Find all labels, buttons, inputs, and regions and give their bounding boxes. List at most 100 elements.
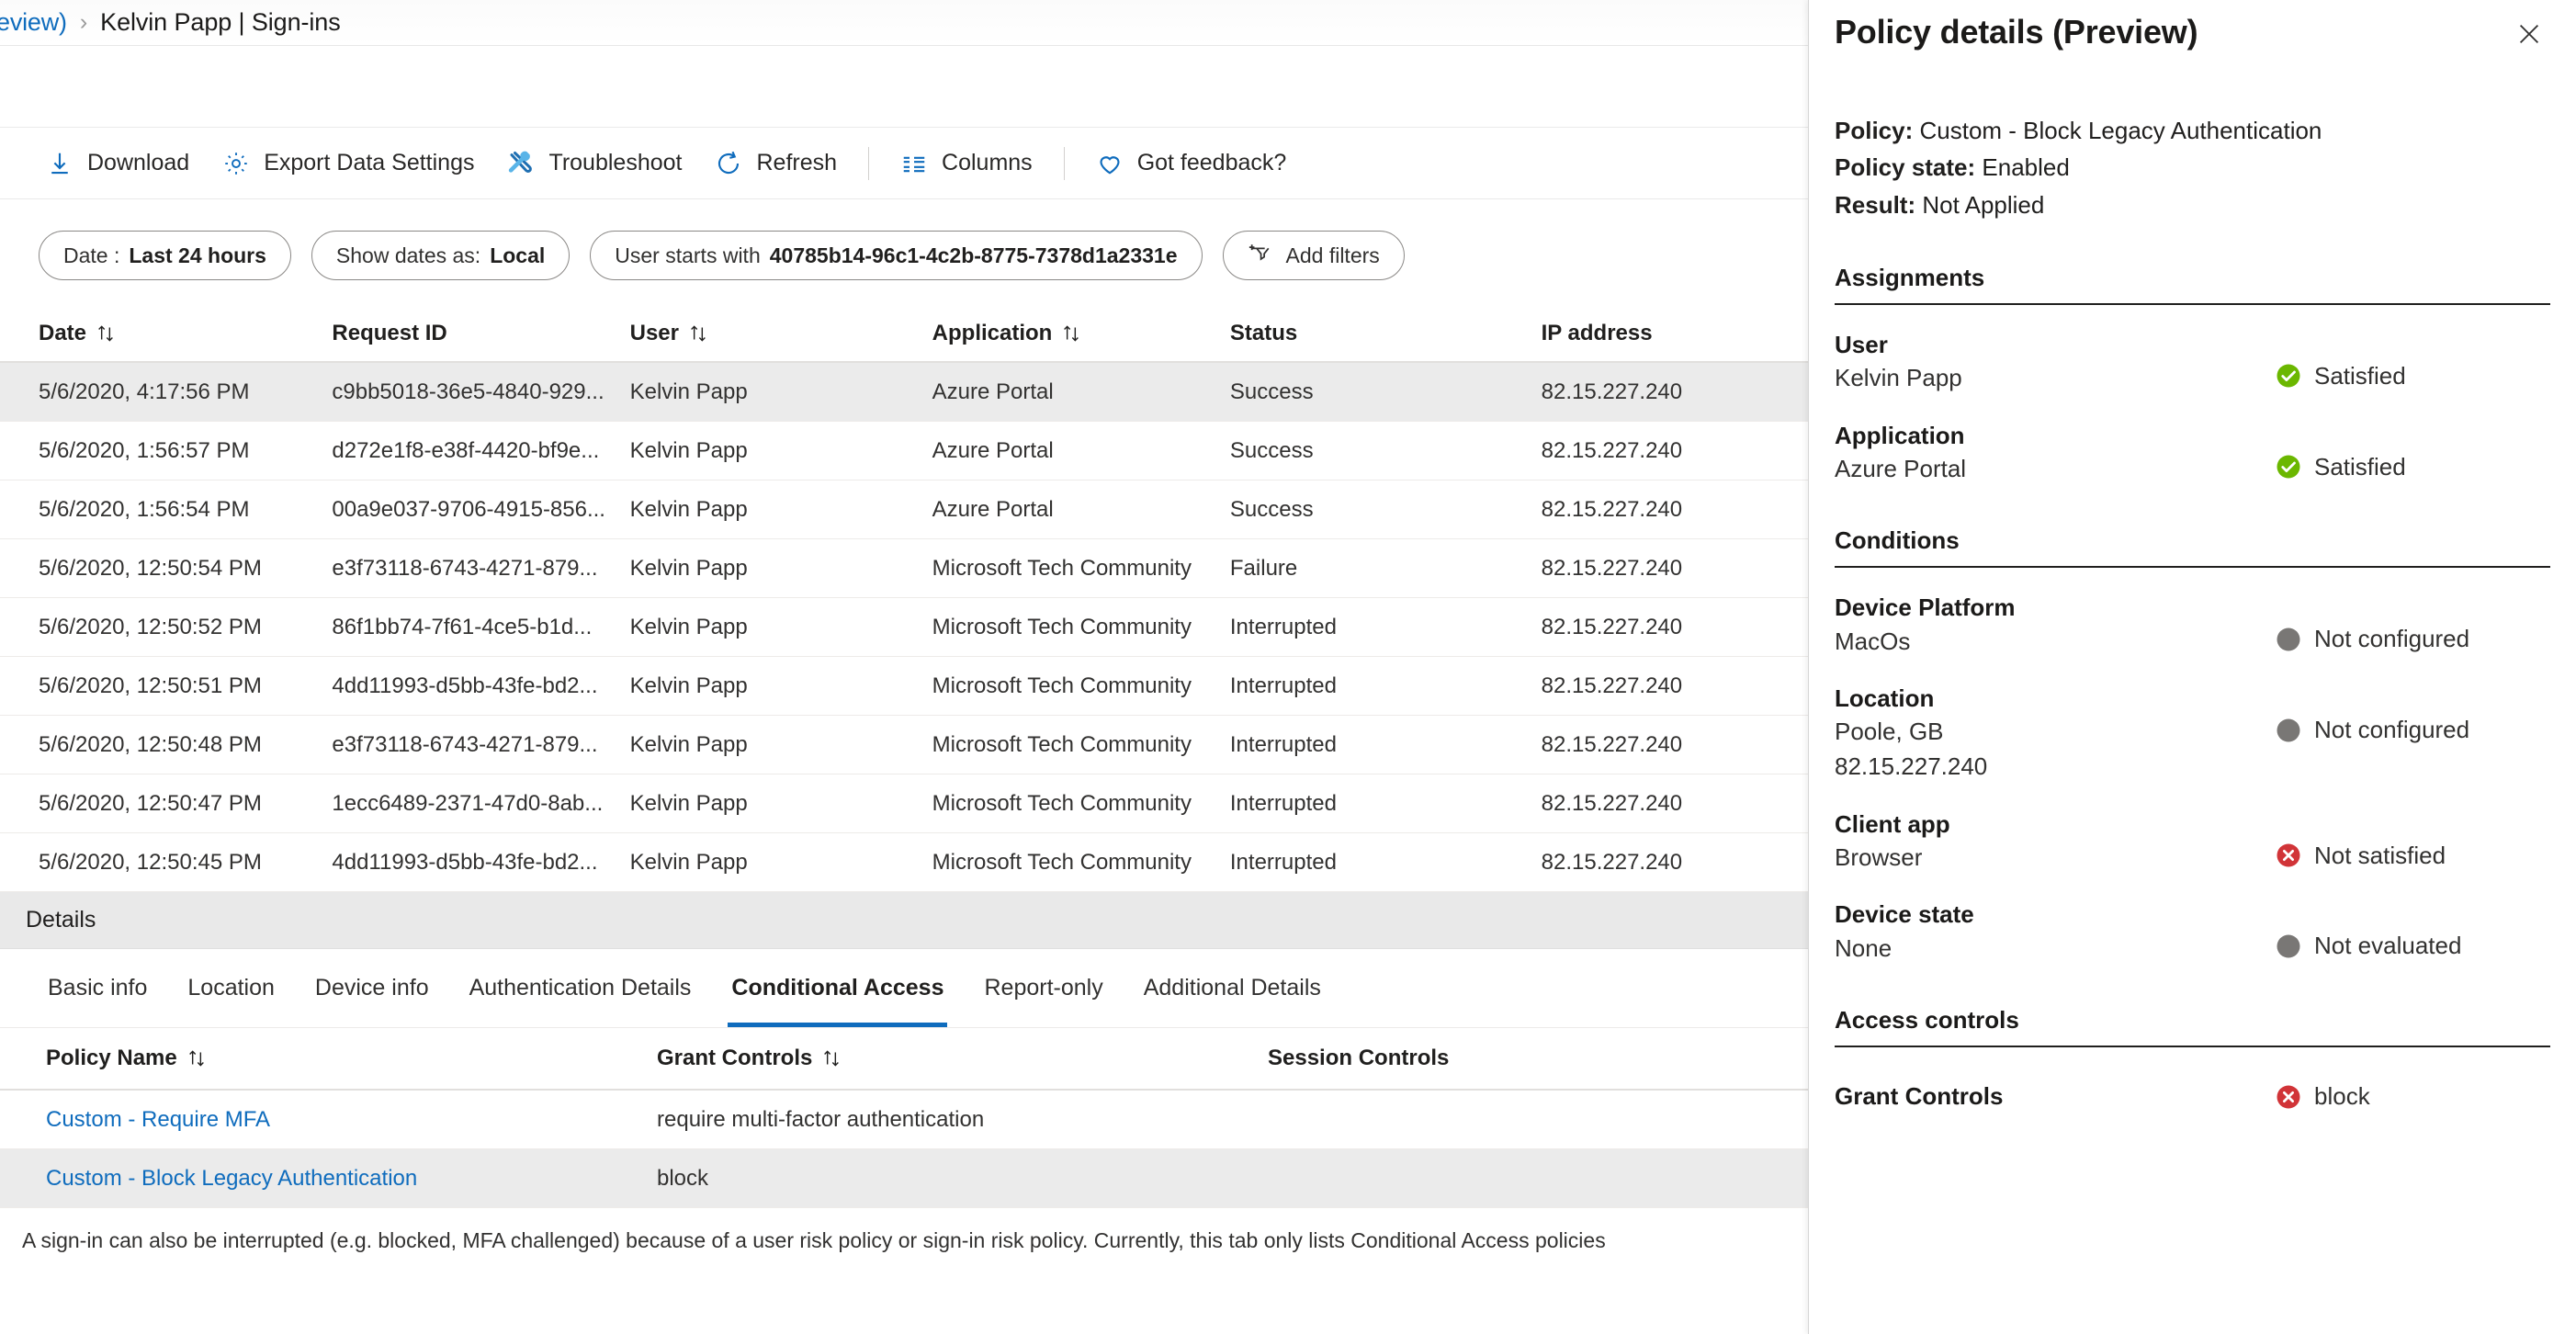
status-badge: Not configured — [2314, 625, 2470, 653]
cell-date: 5/6/2020, 1:56:54 PM — [39, 496, 250, 522]
column-header-grant-controls[interactable]: Grant Controls — [657, 1046, 1268, 1071]
download-label: Download — [87, 150, 190, 175]
table-row[interactable]: 5/6/2020, 12:50:52 PM 86f1bb74-7f61-4ce5-… — [0, 598, 1808, 657]
tab-conditional-access[interactable]: Conditional Access — [711, 948, 964, 1027]
tab-label: Location — [187, 974, 275, 1000]
cell-date: 5/6/2020, 12:50:54 PM — [39, 555, 262, 581]
cell-date: 5/6/2020, 1:56:57 PM — [39, 437, 250, 463]
policy-name-link[interactable]: Custom - Require MFA — [46, 1107, 270, 1132]
cell-date: 5/6/2020, 12:50:48 PM — [39, 731, 262, 757]
sort-icon-grant-controls[interactable] — [819, 1046, 843, 1070]
policy-detail-label: Client app — [1835, 809, 1950, 838]
cell-user: Kelvin Papp — [629, 555, 748, 581]
policy-name-link[interactable]: Custom - Block Legacy Authentication — [46, 1166, 417, 1191]
policy-detail-left: Location Poole, GB 82.15.227.240 — [1835, 683, 1987, 784]
column-header-user[interactable]: User — [630, 321, 932, 346]
troubleshoot-button[interactable]: Troubleshoot — [491, 138, 698, 189]
close-icon[interactable] — [2508, 13, 2550, 55]
policy-detail-status: Not configured — [2275, 592, 2550, 653]
cell-ip-address: 82.15.227.240 — [1541, 790, 1683, 816]
filter-chip-show-dates-as[interactable]: Show dates as: Local — [311, 231, 571, 280]
policy-detail-value: Poole, GB — [1835, 718, 1944, 746]
cell-application: Microsoft Tech Community — [932, 790, 1192, 816]
access-controls-list: Grant Controls block — [1835, 1082, 2550, 1111]
tab-location[interactable]: Location — [167, 948, 295, 1027]
column-header-session-controls[interactable]: Session Controls — [1268, 1046, 1654, 1071]
column-header-status[interactable]: Status — [1230, 321, 1542, 346]
policy-table-row[interactable]: Custom - Block Legacy Authentication bloc… — [0, 1149, 1808, 1208]
tab-device-info[interactable]: Device info — [295, 948, 449, 1027]
table-row[interactable]: 5/6/2020, 12:50:54 PM e3f73118-6743-4271-… — [0, 539, 1808, 598]
got-feedback-button[interactable]: Got feedback? — [1079, 138, 1304, 189]
policy-table-row[interactable]: Custom - Require MFA require multi-factor… — [0, 1091, 1808, 1149]
table-row[interactable]: 5/6/2020, 12:50:48 PM e3f73118-6743-4271-… — [0, 716, 1808, 774]
add-filters-button[interactable]: Add filters — [1222, 231, 1405, 280]
columns-label: Columns — [942, 150, 1033, 175]
policy-detail-label: Device Platform — [1835, 594, 2016, 622]
access-controls-section-title: Access controls — [1835, 1006, 2550, 1048]
cell-policy-name: Custom - Block Legacy Authentication — [46, 1166, 657, 1192]
tab-report-only[interactable]: Report-only — [964, 948, 1123, 1027]
refresh-button[interactable]: Refresh — [698, 138, 853, 189]
column-header-request-id[interactable]: Request ID — [332, 321, 629, 346]
policy-details-panel: Policy details (Preview) Policy: Custom … — [1808, 0, 2576, 1334]
policy-summary-policy-value: Custom - Block Legacy Authentication — [1919, 117, 2322, 144]
download-button[interactable]: Download — [29, 138, 206, 189]
filter-chip-date[interactable]: Date : Last 24 hours — [39, 231, 291, 280]
table-row[interactable]: 5/6/2020, 12:50:45 PM 4dd11993-d5bb-43fe-… — [0, 833, 1808, 892]
add-filters-label: Add filters — [1285, 243, 1380, 267]
table-row[interactable]: 5/6/2020, 1:56:57 PM d272e1f8-e38f-4420-b… — [0, 422, 1808, 480]
command-divider-2 — [1063, 146, 1065, 180]
sort-icon-user[interactable] — [686, 322, 710, 345]
filter-chip-user[interactable]: User starts with 40785b14-96c1-4c2b-8775… — [590, 231, 1203, 280]
refresh-icon — [715, 150, 742, 177]
column-header-application[interactable]: Application — [932, 321, 1230, 346]
column-header-session-controls-label: Session Controls — [1268, 1046, 1450, 1070]
columns-button[interactable]: Columns — [884, 138, 1049, 189]
table-row[interactable]: 5/6/2020, 4:17:56 PM c9bb5018-36e5-4840-9… — [0, 363, 1808, 422]
breadcrumb-previous-link[interactable]: eview) — [0, 8, 67, 37]
signins-table: Date Request ID User Application Status … — [0, 306, 1808, 892]
policy-summary-state-label: Policy state: — [1835, 153, 1976, 182]
column-header-policy-name[interactable]: Policy Name — [46, 1046, 657, 1071]
cell-ip-address: 82.15.227.240 — [1541, 614, 1683, 639]
policy-summary-result-label: Result: — [1835, 190, 1916, 219]
status-badge: block — [2314, 1082, 2370, 1111]
column-header-date[interactable]: Date — [39, 321, 332, 346]
column-header-ip-address[interactable]: IP address — [1542, 321, 1808, 346]
table-row[interactable]: 5/6/2020, 12:50:47 PM 1ecc6489-2371-47d0-… — [0, 774, 1808, 833]
policy-summary-state-value: Enabled — [1982, 153, 2070, 182]
policy-detail-item: User Kelvin Papp Satisfied — [1835, 329, 2550, 396]
sort-icon-application[interactable] — [1059, 322, 1083, 345]
table-row[interactable]: 5/6/2020, 12:50:51 PM 4dd11993-d5bb-43fe-… — [0, 657, 1808, 716]
tab-basic-info[interactable]: Basic info — [28, 948, 167, 1027]
filter-chip-show-dates-as-value: Local — [490, 243, 546, 267]
cell-request-id: 4dd11993-d5bb-43fe-bd2... — [332, 849, 598, 875]
filter-chip-show-dates-as-label: Show dates as: — [335, 243, 481, 267]
policy-detail-item: Client app Browser Not satisfied — [1835, 808, 2550, 876]
policy-detail-label: Location — [1835, 684, 1935, 713]
conditions-section-title: Conditions — [1835, 526, 2550, 569]
sort-icon-policy-name[interactable] — [185, 1046, 209, 1070]
policy-detail-item: Application Azure Portal Satisfied — [1835, 420, 2550, 487]
filter-chip-date-label: Date : — [63, 243, 120, 267]
policy-detail-value: None — [1835, 933, 1892, 962]
column-header-application-label: Application — [932, 321, 1053, 345]
cell-grant-controls: require multi-factor authentication — [657, 1106, 985, 1132]
breadcrumb-chevron-icon: › — [79, 9, 88, 35]
column-header-user-label: User — [629, 321, 679, 345]
cell-application: Azure Portal — [932, 379, 1054, 404]
policy-summary-policy: Policy: Custom - Block Legacy Authentica… — [1835, 112, 2550, 149]
table-row[interactable]: 5/6/2020, 1:56:54 PM 00a9e037-9706-4915-8… — [0, 480, 1808, 539]
cell-grant-controls: block — [657, 1165, 709, 1191]
error-circle-icon — [2275, 1083, 2302, 1111]
export-data-settings-button[interactable]: Export Data Settings — [206, 138, 491, 189]
cell-user: Kelvin Papp — [629, 496, 748, 522]
main-content-area: eview) › Kelvin Papp | Sign-ins Download — [0, 0, 1808, 1334]
details-section-header: Details — [0, 892, 1808, 949]
sort-icon-date[interactable] — [94, 322, 118, 345]
tab-additional-details[interactable]: Additional Details — [1124, 948, 1341, 1027]
cell-request-id: 86f1bb74-7f61-4ce5-b1d... — [332, 614, 593, 639]
cell-application: Microsoft Tech Community — [932, 614, 1192, 639]
tab-authentication-details[interactable]: Authentication Details — [449, 948, 712, 1027]
